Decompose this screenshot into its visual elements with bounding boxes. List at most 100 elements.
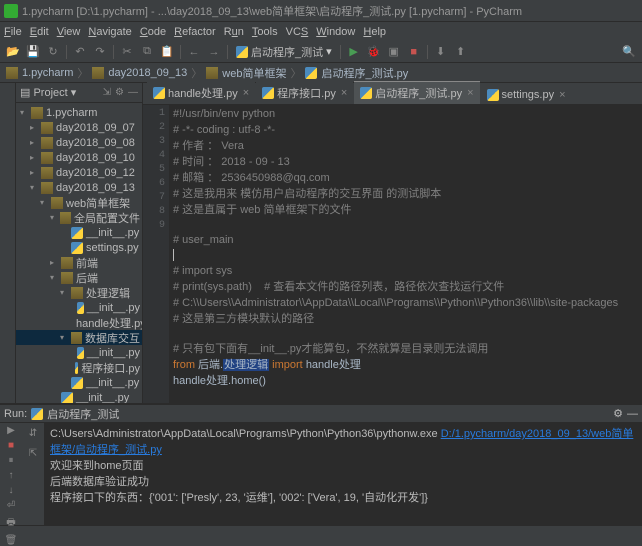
save-button[interactable]: 💾: [24, 43, 42, 61]
folder-icon: [206, 67, 218, 79]
close-tab-icon[interactable]: ×: [467, 87, 473, 99]
crumb-root[interactable]: 1.pycharm: [22, 67, 73, 79]
folder-icon: [92, 67, 104, 79]
menu-run[interactable]: Run: [224, 26, 244, 38]
debug-button[interactable]: 🐞: [365, 43, 383, 61]
run-tab[interactable]: 启动程序_测试: [47, 406, 119, 422]
run-toolbar: ▶ ■ ⏸ ↑ ↓ ⏎ 🖶 🗑: [0, 423, 22, 525]
menu-window[interactable]: Window: [316, 26, 355, 38]
editor-tab[interactable]: 启动程序_测试.py×: [354, 81, 479, 104]
crumb-1[interactable]: day2018_09_13: [108, 67, 187, 79]
open-button[interactable]: 📂: [4, 43, 22, 61]
run-config[interactable]: 启动程序_测试 ▾: [232, 44, 336, 60]
close-tab-icon[interactable]: ×: [341, 87, 347, 99]
editor-tabs: handle处理.py×程序接口.py×启动程序_测试.py×settings.…: [143, 83, 642, 105]
paste-button[interactable]: 📋: [158, 43, 176, 61]
wrap-icon[interactable]: ⏎: [3, 500, 19, 511]
menu-edit[interactable]: Edit: [30, 26, 49, 38]
up-icon[interactable]: ↑: [3, 470, 19, 481]
editor-tab[interactable]: handle处理.py×: [147, 81, 255, 104]
print-icon[interactable]: 🖶: [3, 515, 19, 531]
run-panel: Run: 启动程序_测试 ⚙ — ▶ ■ ⏸ ↑ ↓ ⏎ 🖶 🗑 ⇵ ⇱ C:\…: [0, 403, 642, 525]
code-editor[interactable]: #!/usr/bin/env python # -*- coding : utf…: [169, 105, 642, 403]
tree-node[interactable]: ▾全局配置文件: [16, 210, 142, 225]
app-icon: [4, 4, 18, 18]
crumb-2[interactable]: web简单框架: [222, 65, 286, 81]
folder-icon: [6, 67, 18, 79]
gutter: 123456789: [143, 105, 169, 403]
tree-node[interactable]: ▾数据库交互: [16, 330, 142, 345]
cut-button[interactable]: ✂: [118, 43, 136, 61]
stop-button[interactable]: ■: [405, 43, 423, 61]
tree-node[interactable]: __init__.py: [16, 345, 142, 360]
tree-node[interactable]: ▾1.pycharm: [16, 105, 142, 120]
console-output[interactable]: C:\Users\Administrator\AppData\Local\Pro…: [44, 423, 642, 525]
gear-icon[interactable]: ⚙: [115, 87, 124, 98]
tree-node[interactable]: ▸day2018_09_08: [16, 135, 142, 150]
project-panel: ▤ Project ▾ ⇲ ⚙ — ▾1.pycharm▸day2018_09_…: [16, 83, 143, 403]
menu-file[interactable]: File: [4, 26, 22, 38]
tree-node[interactable]: ▾day2018_09_13: [16, 180, 142, 195]
tree-node[interactable]: ▸day2018_09_12: [16, 165, 142, 180]
vcs-update-button[interactable]: ⬇: [432, 43, 450, 61]
statusbar: [0, 525, 642, 543]
python-icon: [305, 67, 317, 79]
menu-view[interactable]: View: [57, 26, 81, 38]
close-tab-icon[interactable]: ×: [559, 89, 565, 101]
coverage-button[interactable]: ▣: [385, 43, 403, 61]
tree-node[interactable]: ▸day2018_09_07: [16, 120, 142, 135]
trash-icon[interactable]: 🗑: [3, 535, 19, 546]
menu-navigate[interactable]: Navigate: [88, 26, 131, 38]
structure-stripe[interactable]: [0, 83, 16, 403]
sync-button[interactable]: ↻: [44, 43, 62, 61]
tree-node[interactable]: ▸前端: [16, 255, 142, 270]
tree-node[interactable]: handle处理.py: [16, 315, 142, 330]
tree-node[interactable]: __init__.py: [16, 225, 142, 240]
gear-icon[interactable]: ⚙: [613, 407, 623, 420]
redo-button[interactable]: ↷: [91, 43, 109, 61]
pause-button[interactable]: ⏸: [3, 455, 19, 466]
rerun-button[interactable]: ▶: [3, 425, 19, 436]
stop-run-button[interactable]: ■: [3, 440, 19, 451]
run-button[interactable]: ▶: [345, 43, 363, 61]
project-dropdown[interactable]: ▤ Project ▾: [20, 86, 76, 99]
editor-tab[interactable]: 程序接口.py×: [256, 81, 353, 104]
close-tab-icon[interactable]: ×: [243, 87, 249, 99]
collapse-icon[interactable]: ⇲: [103, 87, 111, 98]
cursor: [173, 249, 174, 261]
hide-icon[interactable]: —: [128, 87, 138, 98]
search-button[interactable]: 🔍: [620, 43, 638, 61]
run-toolbar-2: ⇵ ⇱: [22, 423, 44, 525]
menu-refactor[interactable]: Refactor: [174, 26, 216, 38]
forward-button[interactable]: →: [205, 43, 223, 61]
project-tree[interactable]: ▾1.pycharm▸day2018_09_07▸day2018_09_08▸d…: [16, 103, 142, 403]
menubar: File Edit View Navigate Code Refactor Ru…: [0, 22, 642, 41]
back-button[interactable]: ←: [185, 43, 203, 61]
vcs-commit-button[interactable]: ⬆: [452, 43, 470, 61]
tree-node[interactable]: __init__.py: [16, 375, 142, 390]
menu-help[interactable]: Help: [363, 26, 386, 38]
window-title: 1.pycharm [D:\1.pycharm] - ...\day2018_0…: [22, 3, 638, 19]
tree-node[interactable]: ▾后端: [16, 270, 142, 285]
tree-node[interactable]: 程序接口.py: [16, 360, 142, 375]
tree-node[interactable]: settings.py: [16, 240, 142, 255]
crumb-file[interactable]: 启动程序_测试.py: [321, 65, 408, 81]
tree-node[interactable]: __init__.py: [16, 390, 142, 403]
menu-vcs[interactable]: VCS: [286, 26, 309, 38]
editor-tab[interactable]: settings.py×: [481, 85, 572, 104]
tree-node[interactable]: ▾处理逻辑: [16, 285, 142, 300]
down-icon[interactable]: ↓: [3, 485, 19, 496]
hide-run-icon[interactable]: —: [627, 408, 638, 420]
tree-node[interactable]: ▾web简单框架: [16, 195, 142, 210]
tree-node[interactable]: __init__.py: [16, 300, 142, 315]
python-icon: [31, 408, 43, 420]
menu-code[interactable]: Code: [140, 26, 166, 38]
export-icon[interactable]: ⇱: [25, 445, 41, 461]
undo-button[interactable]: ↶: [71, 43, 89, 61]
copy-button[interactable]: ⧉: [138, 43, 156, 61]
tree-node[interactable]: ▸day2018_09_10: [16, 150, 142, 165]
filter-icon[interactable]: ⇵: [25, 425, 41, 441]
breadcrumb: 1.pycharm〉 day2018_09_13〉 web简单框架〉 启动程序_…: [0, 63, 642, 83]
menu-tools[interactable]: Tools: [252, 26, 278, 38]
run-label: Run:: [4, 408, 27, 420]
